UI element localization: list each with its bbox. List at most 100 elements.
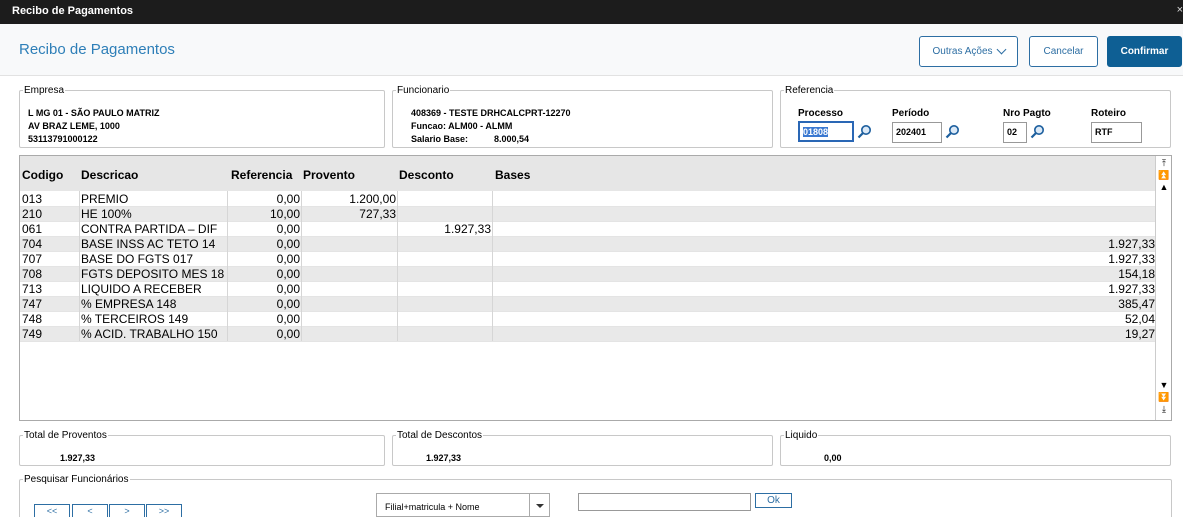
salario-base-value: 8.000,54 (494, 134, 530, 144)
ordem-select[interactable]: Filial+matricula + Nome (376, 493, 550, 517)
table-row[interactable]: 061 CONTRA PARTIDA – DIF 0,00 1.927,33 (20, 222, 1156, 237)
next-button[interactable]: > (109, 504, 145, 517)
scroll-page-down-icon[interactable]: ⏬ (1158, 392, 1170, 404)
first-page-button[interactable]: << (34, 504, 70, 517)
chevron-down-icon (996, 44, 1006, 55)
ok-button[interactable]: Ok (755, 493, 792, 508)
search-icon[interactable] (857, 124, 872, 139)
table-row[interactable]: 747 % EMPRESA 148 0,00 385,47 (20, 297, 1156, 312)
grid-header: Codigo Descricao Referencia Provento Des… (20, 156, 1156, 191)
table-cell: 713 (22, 282, 43, 296)
liquido-panel: Liquido 0,00 (780, 430, 1171, 466)
column-header[interactable]: Bases (495, 168, 530, 182)
periodo-input[interactable]: 202401 (892, 122, 942, 143)
pesquisar-legend: Pesquisar Funcionários (24, 474, 129, 485)
outras-acoes-label: Outras Ações (932, 46, 993, 57)
empresa-name: L MG 01 - SÃO PAULO MATRIZ (28, 108, 160, 118)
table-row[interactable]: 749 % ACID. TRABALHO 150 0,00 19,27 (20, 327, 1156, 342)
total-descontos-panel: Total de Descontos 1.927,33 (392, 430, 773, 466)
table-cell: 0,00 (276, 192, 300, 206)
column-divider (79, 191, 80, 341)
table-cell: 0,00 (276, 282, 300, 296)
column-header[interactable]: Desconto (399, 168, 454, 182)
table-cell: 0,00 (276, 252, 300, 266)
close-icon[interactable]: × (1177, 4, 1183, 16)
total-proventos-panel: Total de Proventos 1.927,33 (19, 430, 385, 466)
grid-scrollbar[interactable]: ⤒ ⏫ ▲ ▼ ⏬ ⤓ (1155, 156, 1171, 420)
table-cell: 52,04 (1124, 312, 1155, 326)
table-cell: % EMPRESA 148 (81, 297, 177, 311)
table-cell: 704 (22, 237, 43, 251)
table-cell: 10,00 (269, 207, 300, 221)
table-row[interactable]: 210 HE 100% 10,00 727,33 (20, 207, 1156, 222)
previous-button[interactable]: < (72, 504, 108, 517)
roteiro-input[interactable]: RTF (1091, 122, 1142, 143)
table-cell: 749 (22, 327, 43, 341)
table-cell: 061 (22, 222, 43, 236)
window-title: Recibo de Pagamentos (12, 5, 134, 17)
empresa-legend: Empresa (24, 85, 65, 96)
liquido-value: 0,00 (824, 453, 842, 463)
table-row[interactable]: 748 % TERCEIROS 149 0,00 52,04 (20, 312, 1156, 327)
column-header[interactable]: Codigo (22, 168, 63, 182)
table-cell: 0,00 (276, 327, 300, 341)
table-cell: BASE INSS AC TETO 14 (81, 237, 216, 251)
table-cell: % ACID. TRABALHO 150 (81, 327, 218, 341)
processo-input[interactable]: 01808 (798, 121, 854, 142)
table-cell: 0,00 (276, 312, 300, 326)
table-cell: 1.927,33 (444, 222, 491, 236)
table-cell: FGTS DEPOSITO MES 18 (81, 267, 225, 281)
column-header[interactable]: Provento (303, 168, 355, 182)
table-cell: 748 (22, 312, 43, 326)
table-cell: 0,00 (276, 222, 300, 236)
nro-pagto-input[interactable]: 02 (1003, 122, 1027, 143)
scroll-page-up-icon[interactable]: ⏫ (1158, 170, 1170, 182)
table-cell: PREMIO (81, 192, 129, 206)
column-divider (492, 191, 493, 341)
search-icon[interactable] (945, 124, 960, 139)
table-cell: 210 (22, 207, 43, 221)
table-cell: 0,00 (276, 297, 300, 311)
search-icon[interactable] (1030, 124, 1045, 139)
column-divider (301, 191, 302, 341)
table-row[interactable]: 708 FGTS DEPOSITO MES 18 0,00 154,18 (20, 267, 1156, 282)
referencia-legend: Referencia (785, 85, 834, 96)
ordem-select-value: Filial+matricula + Nome (385, 502, 480, 512)
table-row[interactable]: 707 BASE DO FGTS 017 0,00 1.927,33 (20, 252, 1156, 267)
cancel-button[interactable]: Cancelar (1029, 36, 1098, 67)
scroll-bottom-icon[interactable]: ⤓ (1158, 404, 1170, 416)
table-cell: 0,00 (276, 267, 300, 281)
page-header: Recibo de Pagamentos Outras Ações Cancel… (0, 24, 1183, 76)
total-proventos-label: Total de Proventos (24, 430, 107, 441)
outras-acoes-button[interactable]: Outras Ações (919, 36, 1018, 67)
empresa-panel: Empresa L MG 01 - SÃO PAULO MATRIZ AV BR… (19, 85, 385, 148)
scroll-down-icon[interactable]: ▼ (1158, 380, 1170, 392)
column-divider (397, 191, 398, 341)
scroll-top-icon[interactable]: ⤒ (1158, 158, 1170, 170)
table-row[interactable]: 013 PREMIO 0,00 1.200,00 (20, 192, 1156, 207)
empresa-cnpj: 53113791000122 (28, 134, 98, 144)
column-header[interactable]: Referencia (231, 168, 292, 182)
table-cell: 385,47 (1118, 297, 1155, 311)
total-proventos-value: 1.927,33 (60, 453, 96, 463)
column-header[interactable]: Descricao (81, 168, 138, 182)
table-cell: 154,18 (1118, 267, 1155, 281)
table-cell: 1.927,33 (1108, 282, 1155, 296)
table-cell: CONTRA PARTIDA – DIF (81, 222, 218, 236)
table-cell: LIQUIDO A RECEBER (81, 282, 202, 296)
table-cell: 708 (22, 267, 43, 281)
page-title: Recibo de Pagamentos (19, 41, 175, 58)
funcionario-panel: Funcionario 408369 - TESTE DRHCALCPRT-12… (392, 85, 773, 148)
table-row[interactable]: 704 BASE INSS AC TETO 14 0,00 1.927,33 (20, 237, 1156, 252)
scroll-up-icon[interactable]: ▲ (1158, 182, 1170, 194)
confirm-button[interactable]: Confirmar (1107, 36, 1182, 67)
table-cell: 747 (22, 297, 43, 311)
last-page-button[interactable]: >> (146, 504, 182, 517)
table-cell: % TERCEIROS 149 (81, 312, 189, 326)
table-cell: HE 100% (81, 207, 132, 221)
chevron-down-icon[interactable] (529, 494, 549, 516)
table-cell: 19,27 (1124, 327, 1155, 341)
table-cell: 707 (22, 252, 43, 266)
table-row[interactable]: 713 LIQUIDO A RECEBER 0,00 1.927,33 (20, 282, 1156, 297)
search-input[interactable] (578, 493, 751, 511)
